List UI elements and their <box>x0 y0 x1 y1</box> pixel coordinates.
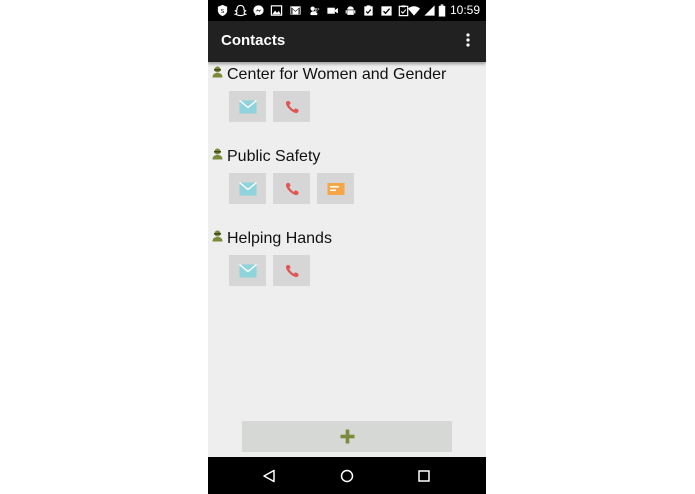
home-button[interactable] <box>337 466 357 486</box>
person-icon <box>212 148 223 160</box>
contact-name-row: Helping Hands <box>212 228 332 250</box>
person-icon <box>212 230 223 242</box>
message-icon <box>327 182 345 196</box>
app-bar: Contacts <box>208 21 486 62</box>
contact-name[interactable]: Center for Women and Gender <box>227 65 446 85</box>
battery-icon <box>437 3 446 17</box>
email-icon <box>238 181 257 196</box>
signal-icon <box>422 3 436 17</box>
snapchat-icon <box>233 3 247 17</box>
back-button[interactable] <box>259 466 279 486</box>
plus-icon <box>340 429 355 444</box>
back-icon <box>262 469 276 483</box>
video-icon <box>325 3 339 17</box>
home-icon <box>340 469 354 483</box>
contact-name[interactable]: Public Safety <box>227 147 320 167</box>
recents-button[interactable] <box>414 466 434 486</box>
add-contact-button[interactable] <box>242 421 452 452</box>
recents-icon <box>417 469 431 483</box>
navigation-bar <box>208 457 486 494</box>
email-icon <box>238 99 257 114</box>
contact-actions <box>229 173 361 205</box>
phone-button[interactable] <box>273 255 310 286</box>
svg-text:S: S <box>220 8 224 14</box>
contact-name-row: Center for Women and Gender <box>212 64 446 86</box>
status-bar: S 28° 10:59 <box>208 0 486 21</box>
image-icon <box>269 3 283 17</box>
wifi-icon <box>406 3 422 17</box>
shield-icon: S <box>215 3 229 17</box>
person-icon <box>212 66 223 78</box>
phone-icon <box>283 264 301 278</box>
contact-name[interactable]: Helping Hands <box>227 229 332 249</box>
phone-icon <box>283 182 301 196</box>
overflow-menu-button[interactable] <box>460 32 476 52</box>
contact-actions <box>229 255 317 287</box>
status-time: 10:59 <box>449 3 480 17</box>
message-button[interactable] <box>317 173 354 204</box>
email-icon <box>238 263 257 278</box>
gmail-icon <box>288 3 302 17</box>
contact-actions <box>229 91 317 123</box>
check-icon <box>379 3 393 17</box>
more-vert-icon <box>466 32 470 52</box>
phone-screen: S 28° 10:59 Contacts Center for Women an… <box>208 0 486 494</box>
phone-button[interactable] <box>273 173 310 204</box>
email-button[interactable] <box>229 255 266 286</box>
contact-name-row: Public Safety <box>212 146 320 168</box>
weather-temp: 28° <box>312 8 320 14</box>
email-button[interactable] <box>229 91 266 122</box>
phone-icon <box>283 100 301 114</box>
page-title: Contacts <box>221 32 286 49</box>
email-button[interactable] <box>229 173 266 204</box>
clipboard-icon <box>361 3 375 17</box>
android-icon <box>343 3 357 17</box>
phone-button[interactable] <box>273 91 310 122</box>
messenger-icon <box>251 3 265 17</box>
